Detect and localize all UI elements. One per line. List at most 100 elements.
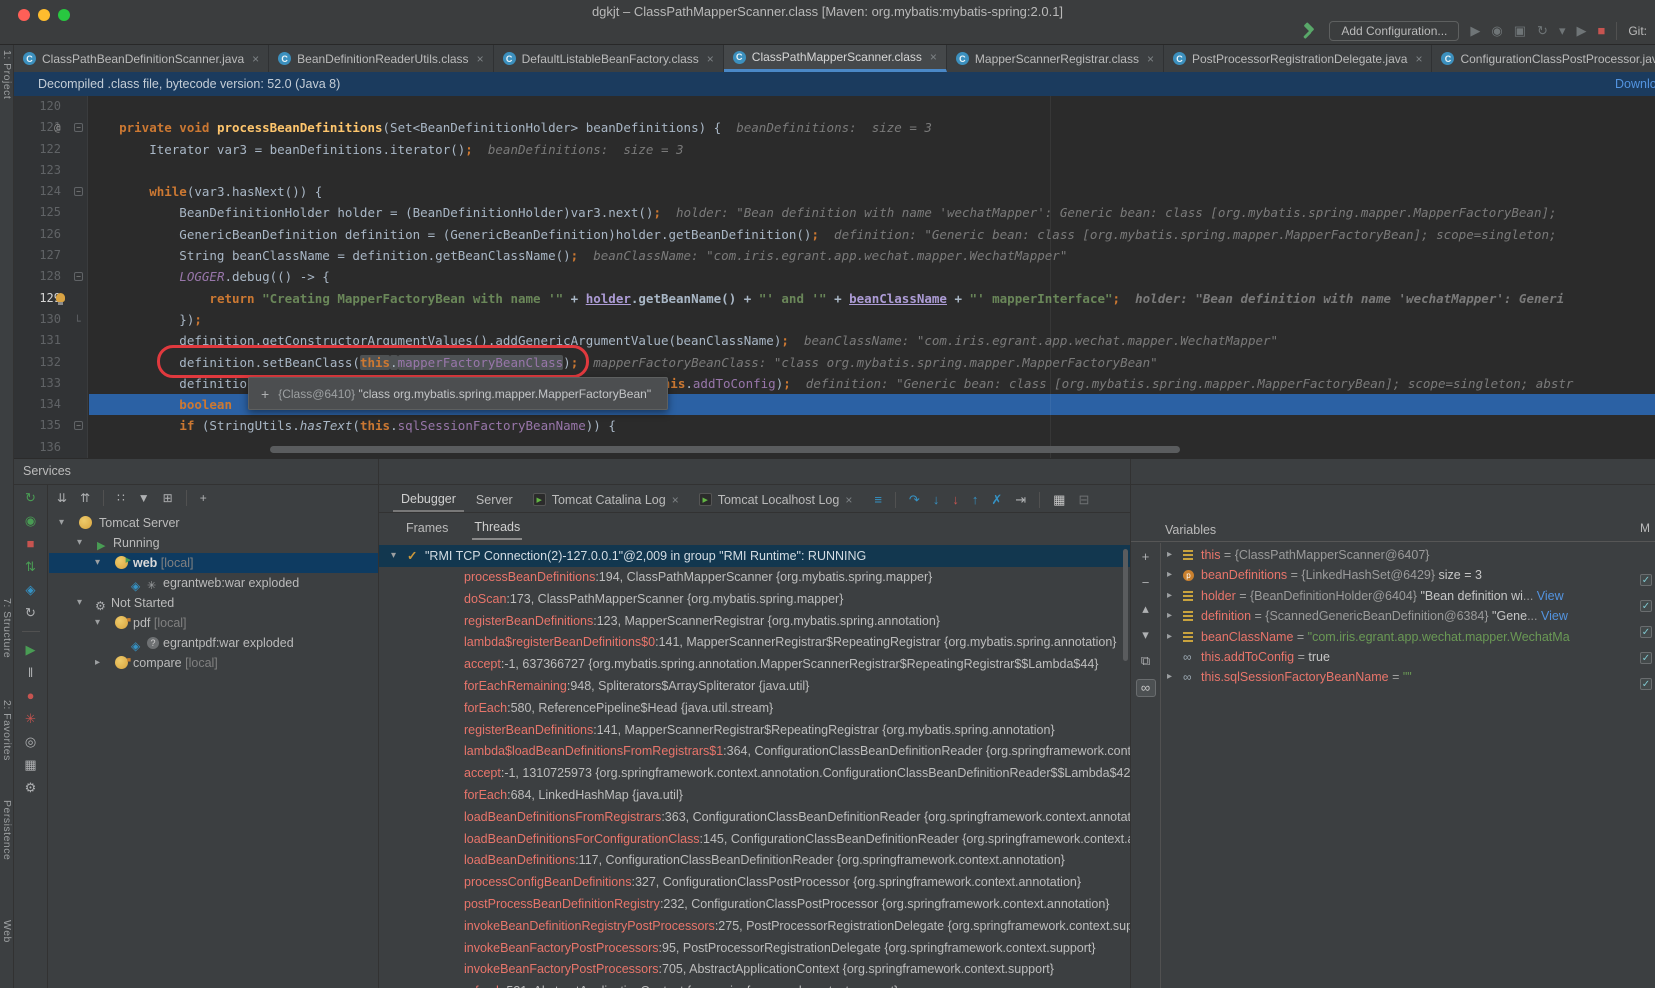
- run-icon[interactable]: ▶: [1470, 23, 1480, 39]
- close-icon[interactable]: ×: [930, 50, 937, 64]
- view-link[interactable]: View: [1538, 609, 1568, 623]
- chevron-right-icon[interactable]: ▸: [1167, 606, 1172, 626]
- editor-tab[interactable]: CClassPathBeanDefinitionScanner.java×: [14, 45, 269, 72]
- layout-settings-icon[interactable]: ⊟: [1078, 492, 1089, 508]
- debugger-tab-debugger[interactable]: Debugger: [393, 488, 464, 512]
- move-down-icon[interactable]: ▾: [1136, 627, 1156, 643]
- close-icon[interactable]: ×: [1415, 52, 1422, 66]
- chevron-right-icon[interactable]: ▸: [1167, 627, 1172, 647]
- new-tab-icon[interactable]: ⊞: [163, 491, 173, 505]
- code-line[interactable]: 126 GenericBeanDefinition definition = (…: [14, 224, 1655, 245]
- stripe-label-persistence[interactable]: Persistence: [1, 800, 13, 860]
- add-configuration-button[interactable]: Add Configuration...: [1329, 21, 1459, 41]
- chevron-right-icon[interactable]: ▸: [1167, 667, 1172, 687]
- settings-icon[interactable]: ⚙: [23, 781, 39, 795]
- tree-item-pdf[interactable]: ▾■pdf [local]: [49, 613, 378, 633]
- force-step-into-icon[interactable]: ↓: [952, 492, 959, 507]
- variable-row[interactable]: ▸holder = {BeanDefinitionHolder@6404} "B…: [1161, 586, 1641, 606]
- fold-icon[interactable]: −: [74, 123, 83, 132]
- tree-item-egrantpdf-war-exploded[interactable]: ?◈egrantpdf:war exploded: [49, 633, 378, 653]
- debugger-tab-tomcat-catalina-log[interactable]: ▶Tomcat Catalina Log×: [525, 489, 687, 511]
- chevron-down-icon[interactable]: ▾: [95, 613, 100, 633]
- chevron-down-icon[interactable]: ▾: [95, 553, 100, 573]
- resume-icon[interactable]: ▶: [1576, 23, 1586, 39]
- fold-icon[interactable]: −: [74, 187, 83, 196]
- stack-frame-row[interactable]: registerBeanDefinitions:141, MapperScann…: [379, 720, 1130, 742]
- code-editor[interactable]: 120121@− private void processBeanDefinit…: [14, 96, 1655, 458]
- close-icon[interactable]: ×: [845, 493, 852, 507]
- chevron-down-icon[interactable]: ▾: [59, 513, 64, 533]
- stack-frame-row[interactable]: forEach:580, ReferencePipeline$Head {jav…: [379, 698, 1130, 720]
- view-tab-threads[interactable]: Threads: [472, 516, 522, 540]
- editor-tab[interactable]: CClassPathMapperScanner.class×: [724, 45, 947, 72]
- dashboard-icon[interactable]: ▦: [23, 758, 39, 772]
- add-watch-icon[interactable]: +: [1136, 549, 1156, 565]
- close-icon[interactable]: ×: [477, 52, 484, 66]
- editor-tab[interactable]: CDefaultListableBeanFactory.class×: [494, 45, 724, 72]
- horizontal-scrollbar[interactable]: [270, 446, 1180, 453]
- stack-frame-row[interactable]: processBeanDefinitions:194, ClassPathMap…: [379, 567, 1130, 589]
- code-line[interactable]: 123: [14, 160, 1655, 181]
- variable-row[interactable]: ▸this = {ClassPathMapperScanner@6407}: [1161, 545, 1641, 565]
- enabled-checkbox[interactable]: ✓: [1640, 652, 1652, 664]
- editor-tab[interactable]: CPostProcessorRegistrationDelegate.java×: [1164, 45, 1432, 72]
- stack-frame-row[interactable]: forEachRemaining:948, Spliterators$Array…: [379, 676, 1130, 698]
- chevron-down-icon[interactable]: ▾: [1559, 23, 1566, 39]
- expand-all-icon[interactable]: ⇊: [57, 491, 67, 505]
- code-line[interactable]: 135− if (StringUtils.hasText(this.sqlSes…: [14, 415, 1655, 436]
- stack-frame-row[interactable]: accept:-1, 1310725973 {org.springframewo…: [379, 763, 1130, 785]
- close-icon[interactable]: ×: [252, 52, 259, 66]
- services-tree-icon[interactable]: ◈: [23, 583, 39, 597]
- chevron-right-icon[interactable]: ▸: [95, 653, 100, 673]
- code-line[interactable]: 125 BeanDefinitionHolder holder = (BeanD…: [14, 202, 1655, 223]
- variable-row[interactable]: ▸∞this.sqlSessionFactoryBeanName = "": [1161, 667, 1641, 687]
- evaluate-icon[interactable]: ▦: [1053, 492, 1065, 508]
- remove-watch-icon[interactable]: −: [1136, 575, 1156, 591]
- chevron-right-icon[interactable]: ▸: [1167, 565, 1172, 585]
- rerun-icon[interactable]: ↻: [23, 491, 39, 505]
- rerun-icon[interactable]: ↻: [1537, 23, 1548, 39]
- editor-tab[interactable]: CConfigurationClassPostProcessor.java×: [1432, 45, 1655, 72]
- update-application-icon[interactable]: ⇅: [23, 560, 39, 574]
- stack-frame-row[interactable]: lambda$registerBeanDefinitions$0:141, Ma…: [379, 632, 1130, 654]
- close-icon[interactable]: ×: [1147, 52, 1154, 66]
- stack-frame-row[interactable]: loadBeanDefinitionsFromRegistrars:363, C…: [379, 807, 1130, 829]
- code-line[interactable]: 121@− private void processBeanDefinition…: [14, 117, 1655, 138]
- lightbulb-icon[interactable]: [56, 293, 65, 302]
- close-icon[interactable]: ×: [672, 493, 679, 507]
- variable-row[interactable]: ▸definition = {ScannedGenericBeanDefinit…: [1161, 606, 1641, 626]
- editor-tab[interactable]: CBeanDefinitionReaderUtils.class×: [269, 45, 493, 72]
- download-link[interactable]: Download: [1615, 72, 1655, 96]
- git-label[interactable]: Git:: [1628, 24, 1647, 38]
- filter-icon[interactable]: ▼: [138, 491, 150, 505]
- frames-scrollbar[interactable]: [1123, 549, 1128, 661]
- tree-item-web[interactable]: ▾▶web [local]: [49, 553, 378, 573]
- editor-tab[interactable]: CMapperScannerRegistrar.class×: [947, 45, 1164, 72]
- stop-icon[interactable]: ■: [1597, 23, 1605, 39]
- view-options-icon[interactable]: ≡: [874, 492, 882, 507]
- tree-item-not-started[interactable]: ▾⚙Not Started: [49, 593, 378, 613]
- chevron-right-icon[interactable]: ▸: [1167, 586, 1172, 606]
- code-line[interactable]: 120: [14, 96, 1655, 117]
- screenshot-icon[interactable]: ◎: [23, 735, 39, 749]
- stack-frame-row[interactable]: registerBeanDefinitions:123, MapperScann…: [379, 611, 1130, 633]
- stack-frame-row[interactable]: postProcessBeanDefinitionRegistry:232, C…: [379, 894, 1130, 916]
- code-line[interactable]: 129 return "Creating MapperFactoryBean w…: [14, 288, 1655, 309]
- variable-row[interactable]: ▸pbeanDefinitions = {LinkedHashSet@6429}…: [1161, 565, 1641, 585]
- stack-frame-row[interactable]: refresh:531, AbstractApplicationContext …: [379, 981, 1130, 988]
- stack-frame-row[interactable]: processConfigBeanDefinitions:327, Config…: [379, 872, 1130, 894]
- expand-value-icon[interactable]: +: [261, 386, 269, 402]
- stripe-label--favorites[interactable]: 2: Favorites: [1, 700, 13, 761]
- enabled-checkbox[interactable]: ✓: [1640, 678, 1652, 690]
- tree-item-compare[interactable]: ▸■compare [local]: [49, 653, 378, 673]
- stop-icon[interactable]: ■: [23, 537, 39, 551]
- code-line[interactable]: 124− while(var3.hasNext()) {: [14, 181, 1655, 202]
- memory-tab-label[interactable]: M: [1640, 521, 1650, 535]
- tree-item-running[interactable]: ▾▶Running: [49, 533, 378, 553]
- coverage-icon[interactable]: ▣: [1514, 23, 1526, 39]
- fold-icon[interactable]: −: [74, 421, 83, 430]
- chevron-down-icon[interactable]: ▾: [391, 545, 396, 567]
- debug-rerun-icon[interactable]: ◉: [23, 514, 39, 528]
- enabled-checkbox[interactable]: ✓: [1640, 600, 1652, 612]
- stack-frame-row[interactable]: loadBeanDefinitionsForConfigurationClass…: [379, 829, 1130, 851]
